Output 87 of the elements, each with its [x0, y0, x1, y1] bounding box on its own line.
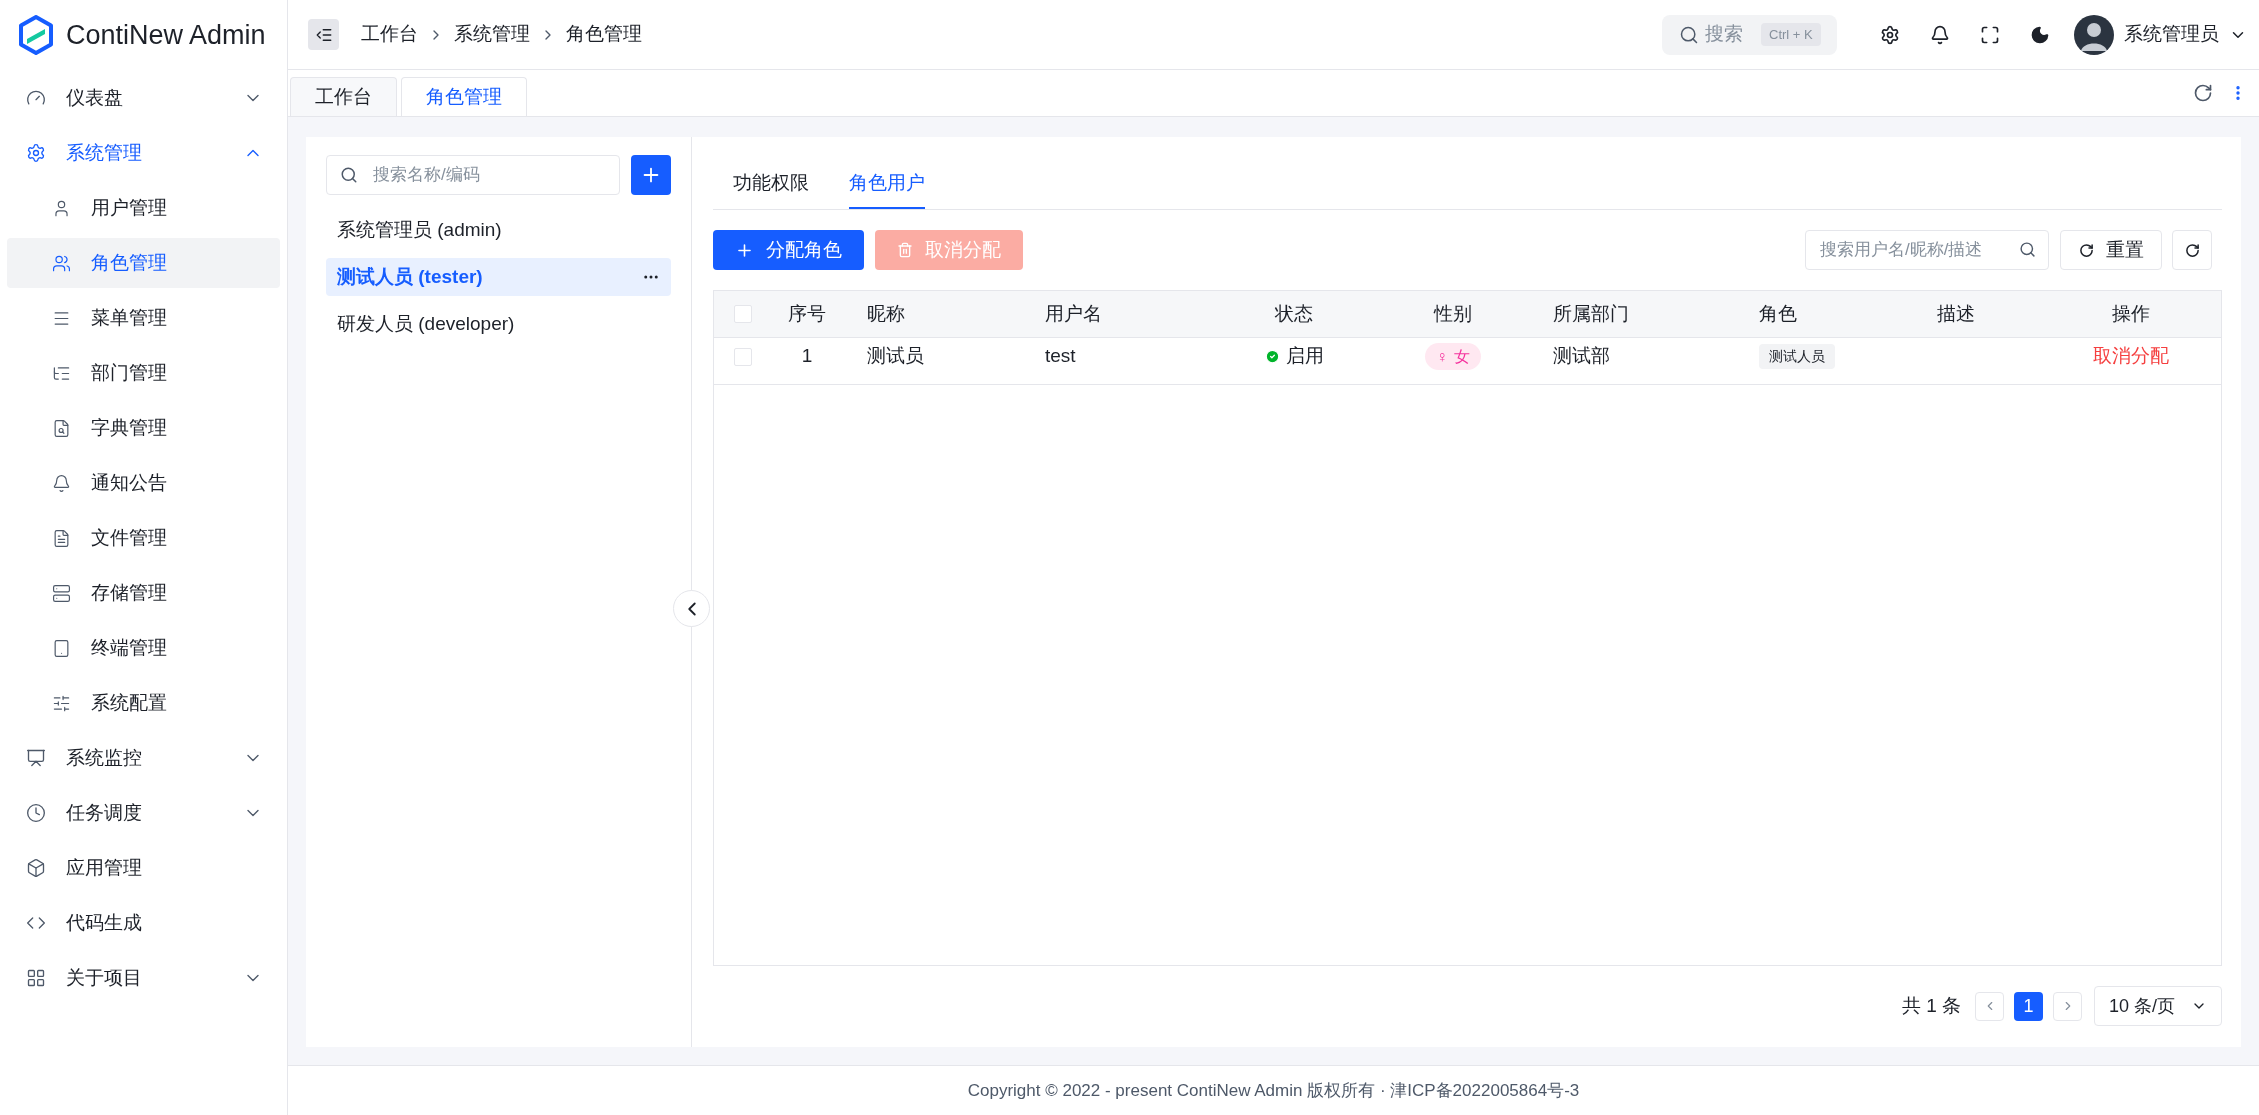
menu-item[interactable]: 系统管理	[10, 128, 277, 178]
submenu-item[interactable]: 系统配置	[7, 678, 280, 728]
avatar[interactable]	[2074, 14, 2114, 55]
column-header: 用户名	[1044, 301, 1103, 326]
column-header: 角色	[1758, 301, 1798, 326]
fullscreen-icon[interactable]	[1980, 24, 2000, 45]
refresh-button[interactable]	[2172, 230, 2212, 270]
copyright-text: Copyright © 2022 - present ContiNew Admin 版权所有 · 津ICP备2022005864号-3	[967, 1079, 1580, 1102]
assign-button[interactable]: 分配角色	[713, 230, 864, 270]
submenu-item[interactable]: 通知公告	[7, 458, 280, 508]
page-size-select[interactable]: 10 条/页	[2094, 986, 2222, 1026]
gender-tag: ♀ 女	[1425, 343, 1481, 371]
search-icon	[1679, 24, 1699, 45]
bell-icon	[52, 473, 71, 493]
tablet-icon	[52, 638, 71, 658]
sidebar-toggle-button[interactable]	[308, 19, 339, 50]
menu-item[interactable]: 关于项目	[10, 953, 277, 1003]
add-button[interactable]	[631, 155, 671, 195]
settings-icon[interactable]	[1880, 24, 1900, 45]
user-name[interactable]: 系统管理员	[2124, 20, 2219, 49]
settings-icon	[26, 143, 46, 163]
breadcrumb-item[interactable]: 系统管理	[454, 20, 530, 49]
submenu-item[interactable]: 菜单管理	[7, 293, 280, 343]
menu-item[interactable]: 系统监控	[10, 733, 277, 783]
checkbox[interactable]	[733, 347, 752, 366]
role-tag: 测试人员	[1759, 344, 1835, 370]
submenu-item[interactable]: 用户管理	[7, 183, 280, 233]
checkbox[interactable]	[733, 305, 752, 323]
page-tab[interactable]: 工作台	[290, 77, 397, 116]
sliders-icon	[52, 693, 71, 713]
user-icon	[52, 198, 71, 218]
server-icon	[52, 583, 71, 603]
page-tab[interactable]: 角色管理	[401, 77, 527, 116]
document-icon	[52, 418, 71, 438]
moon-icon[interactable]	[2030, 24, 2050, 45]
column-header: 描述	[1937, 301, 1975, 326]
menu-item[interactable]: 代码生成	[10, 898, 277, 948]
menu-item[interactable]: 任务调度	[10, 788, 277, 838]
menu-item[interactable]: 应用管理	[10, 843, 277, 893]
total-count: 共 1 条	[1901, 993, 1961, 1018]
users-icon	[52, 253, 71, 273]
submenu-item[interactable]: 字典管理	[7, 403, 280, 453]
search-icon	[2019, 241, 2036, 258]
table-cell-text: 测试员	[866, 344, 925, 369]
submenu-item[interactable]: 部门管理	[7, 348, 280, 398]
unassign-link[interactable]: 取消分配	[2093, 342, 2169, 371]
submenu-item[interactable]: 角色管理	[7, 238, 280, 288]
refresh-icon	[2078, 242, 2094, 258]
page-button[interactable]: 1	[2014, 991, 2043, 1021]
tab[interactable]: 角色用户	[849, 159, 925, 209]
breadcrumb-item[interactable]: 工作台	[361, 20, 418, 49]
submenu-item[interactable]: 文件管理	[7, 513, 280, 563]
collapse-button[interactable]	[673, 590, 710, 627]
role-item[interactable]: 测试人员 (tester)	[326, 258, 671, 296]
reset-button[interactable]: 重置	[2060, 230, 2162, 270]
tab[interactable]: 功能权限	[733, 159, 809, 209]
monitor-icon	[26, 748, 46, 768]
submenu-item[interactable]: 终端管理	[7, 623, 280, 673]
role-item[interactable]: 研发人员 (developer)	[326, 305, 671, 343]
column-header: 性别	[1434, 301, 1472, 326]
role-item[interactable]: 系统管理员 (admin)	[326, 211, 671, 249]
grid-icon	[26, 968, 46, 988]
trash-icon	[897, 242, 913, 258]
table-cell-text: 测试部	[1552, 344, 1611, 369]
clock-icon	[26, 803, 46, 823]
file-icon	[52, 528, 71, 548]
shortcut-badge: Ctrl + K	[1761, 22, 1821, 47]
refresh-icon[interactable]	[2193, 83, 2213, 103]
logo-icon	[18, 15, 54, 55]
cube-icon	[26, 858, 46, 878]
submenu-item[interactable]: 存储管理	[7, 568, 280, 618]
column-header: 操作	[2112, 301, 2150, 326]
status-text: 启用	[1285, 344, 1324, 369]
menu-item[interactable]: 仪表盘	[10, 73, 277, 123]
column-header: 序号	[788, 301, 826, 326]
breadcrumb-item[interactable]: 角色管理	[566, 20, 642, 49]
search-field[interactable]: 搜索名称/编码	[326, 155, 620, 195]
search-field[interactable]: 搜索用户名/昵称/描述	[1805, 230, 2049, 270]
bell-icon[interactable]	[1930, 24, 1950, 45]
app-name: ContiNew Admin	[66, 18, 266, 52]
table-cell-text: test	[1044, 344, 1077, 369]
refresh-icon	[2184, 242, 2200, 258]
column-header: 昵称	[866, 301, 906, 326]
column-header: 所属部门	[1552, 301, 1630, 326]
table-cell-text: 1	[801, 344, 813, 369]
search-icon	[340, 166, 358, 184]
column-header: 状态	[1275, 301, 1313, 326]
